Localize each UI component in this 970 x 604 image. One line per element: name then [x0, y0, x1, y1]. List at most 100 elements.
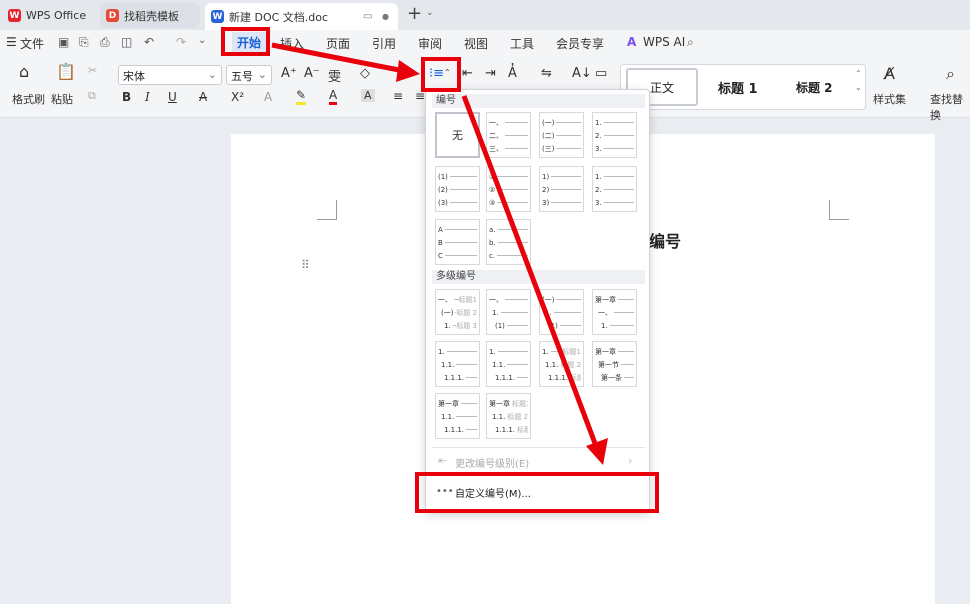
numbering-style-tile[interactable]: (一) (二) (三) — [539, 112, 584, 158]
tab-document[interactable]: W 新建 DOC 文档.doc ▭ ● — [205, 3, 398, 30]
multilevel-style-tile[interactable]: 1. 1.1. 1.1.1. — [435, 341, 480, 387]
redo-icon[interactable]: ↷ — [176, 35, 186, 49]
multilevel-style-tile[interactable]: 一、 1. (1) — [486, 289, 531, 335]
multilevel-style-tile[interactable]: (一) 1. (1) — [539, 289, 584, 335]
tab-view[interactable]: 视图 — [464, 35, 488, 52]
drag-handle-icon[interactable]: ⠿ — [301, 258, 310, 272]
styles-set-button[interactable]: 样式集 — [873, 91, 906, 107]
tile-line: (2) — [438, 183, 477, 196]
copy-icon[interactable]: ⧉ — [88, 89, 96, 103]
multilevel-style-tile[interactable]: 第一章 1.1. 1.1.1. — [435, 393, 480, 439]
file-menu[interactable]: 文件 — [20, 35, 44, 52]
tile-line-rule — [517, 377, 528, 378]
search-icon[interactable]: ⌕ — [687, 35, 694, 50]
tab-tools[interactable]: 工具 — [510, 35, 534, 52]
chevron-down-icon[interactable]: ⌄ — [426, 8, 434, 18]
tile-number: 第一章 — [489, 399, 510, 408]
char-shading-icon[interactable]: A — [361, 89, 375, 102]
paste-button[interactable]: 粘贴 — [51, 91, 73, 107]
cut-icon[interactable]: ✂ — [88, 64, 97, 77]
tab-wps-office[interactable]: W WPS Office — [2, 3, 90, 28]
tab-review[interactable]: 审阅 — [418, 35, 442, 52]
print-preview-icon[interactable]: ◫ — [121, 35, 132, 49]
tile-number: 1.1.1. — [495, 425, 516, 434]
tile-line-rule — [603, 122, 634, 123]
shrink-font-icon[interactable]: A⁻ — [304, 66, 320, 81]
undo-icon[interactable]: ↶ — [144, 35, 154, 49]
gallery-down-icon[interactable]: ⌄ — [855, 83, 862, 92]
new-tab-icon[interactable]: + — [407, 3, 422, 24]
sort-icon[interactable]: A↓ — [572, 66, 592, 81]
format-painter-button[interactable]: 格式刷 — [12, 91, 45, 107]
numbering-style-tile[interactable]: 一、 二、 三、 — [486, 112, 531, 158]
numbering-style-tile[interactable]: 1. 2. 3. — [592, 112, 637, 158]
tile-heading-hint: 标题 2 — [560, 360, 581, 369]
wps-ai-button[interactable]: WPS AI — [643, 35, 685, 49]
multilevel-style-tile[interactable]: 1.标题11.1.标题 21.1.1.标题 3 — [539, 341, 584, 387]
tile-line-rule — [603, 148, 634, 149]
tile-line: ② — [489, 183, 528, 196]
font-color-icon[interactable]: A — [329, 88, 338, 105]
multilevel-style-tile[interactable]: 一、 标题1 (一) 标题 2 1. 标题 3 — [435, 289, 480, 335]
grow-font-icon[interactable]: A⁺ — [281, 66, 297, 81]
tab-references[interactable]: 引用 — [372, 35, 396, 52]
bold-icon[interactable]: B — [122, 90, 131, 104]
chinese-layout-icon[interactable]: A̓ — [508, 66, 517, 81]
numbering-style-tile[interactable]: (1) (2) (3) — [435, 166, 480, 212]
font-size-select[interactable]: 五号 ⌄ — [226, 65, 272, 85]
tile-number: (三) — [542, 144, 555, 153]
font-name-select[interactable]: 宋体 ⌄ — [118, 65, 222, 85]
decrease-indent-icon[interactable]: ⇤ — [462, 66, 473, 81]
tab-docer[interactable]: D 找稻壳模板 — [100, 3, 200, 28]
phonetic-guide-icon[interactable]: 雯 — [328, 66, 341, 85]
line-spacing-icon[interactable]: ⇋ — [541, 66, 552, 81]
clear-format-icon[interactable]: ◇ — [360, 66, 370, 81]
numbering-style-tile[interactable]: 1) 2) 3) — [539, 166, 584, 212]
monitor-icon[interactable]: ▭ — [363, 11, 372, 22]
print-icon[interactable]: ⎙ — [100, 35, 110, 50]
strikethrough-icon[interactable]: A — [199, 90, 207, 104]
tile-line: 3) — [542, 196, 581, 209]
change-level-item[interactable]: 更改编号级别(E) — [455, 455, 529, 470]
divider — [432, 447, 645, 448]
tile-line: 三、 — [489, 142, 528, 155]
numbering-style-tile[interactable]: ① ② ③ — [486, 166, 531, 212]
underline-icon[interactable]: U — [168, 90, 177, 104]
superscript-icon[interactable]: X² — [231, 90, 244, 104]
save-icon[interactable]: ▣ — [58, 35, 69, 49]
numbering-style-tile[interactable]: 1. 2. 3. — [592, 166, 637, 212]
numbering-style-tile[interactable]: ABC — [435, 219, 480, 265]
numbering-none[interactable]: 无 — [435, 112, 480, 158]
text-effect-icon[interactable]: A — [264, 90, 272, 104]
multilevel-style-tile[interactable]: 1. 1.1. 1.1.1. — [486, 341, 531, 387]
tile-line: 1.1. — [489, 358, 528, 371]
tile-line: 1. — [489, 345, 528, 358]
align-left-icon[interactable]: ≡ — [393, 89, 403, 103]
export-icon[interactable]: ⎘ — [79, 35, 89, 50]
gallery-up-icon[interactable]: ⌃ — [855, 69, 862, 78]
tile-line-rule — [466, 377, 477, 378]
hamburger-icon[interactable]: ☰ — [6, 35, 17, 49]
italic-icon[interactable]: I — [145, 90, 150, 104]
multilevel-style-tile[interactable]: 第一章 第一节 第一条 — [592, 341, 637, 387]
show-marks-icon[interactable]: ▭ — [595, 66, 607, 81]
tile-line-rule — [444, 229, 477, 230]
tile-number: (2) — [438, 185, 448, 194]
chevron-down-icon[interactable]: ⌄ — [198, 35, 206, 46]
tab-insert[interactable]: 插入 — [280, 35, 304, 52]
find-replace-button[interactable]: 查找替换 — [930, 91, 970, 123]
tile-number: (二) — [542, 131, 555, 140]
tab-member[interactable]: 会员专享 — [556, 35, 604, 52]
highlight-icon[interactable]: ✎ — [296, 88, 307, 105]
tile-line: 1. 标题1 — [542, 345, 581, 358]
style-heading-1[interactable]: 标题 1 — [718, 78, 758, 97]
multilevel-style-tile[interactable]: 第一章 一、 1. — [592, 289, 637, 335]
style-heading-2[interactable]: 标题 2 — [796, 79, 833, 96]
multilevel-style-tile[interactable]: 第一章标题11.1.标题 21.1.1.标题 3 — [486, 393, 531, 439]
tile-line: 1.1.1.标题 3 — [489, 423, 528, 436]
increase-indent-icon[interactable]: ⇥ — [485, 66, 496, 81]
numbering-style-tile[interactable]: a. b. c. — [486, 219, 531, 265]
tab-page[interactable]: 页面 — [326, 35, 350, 52]
tile-number: A — [438, 225, 443, 234]
unsaved-dot-icon: ● — [382, 12, 389, 21]
